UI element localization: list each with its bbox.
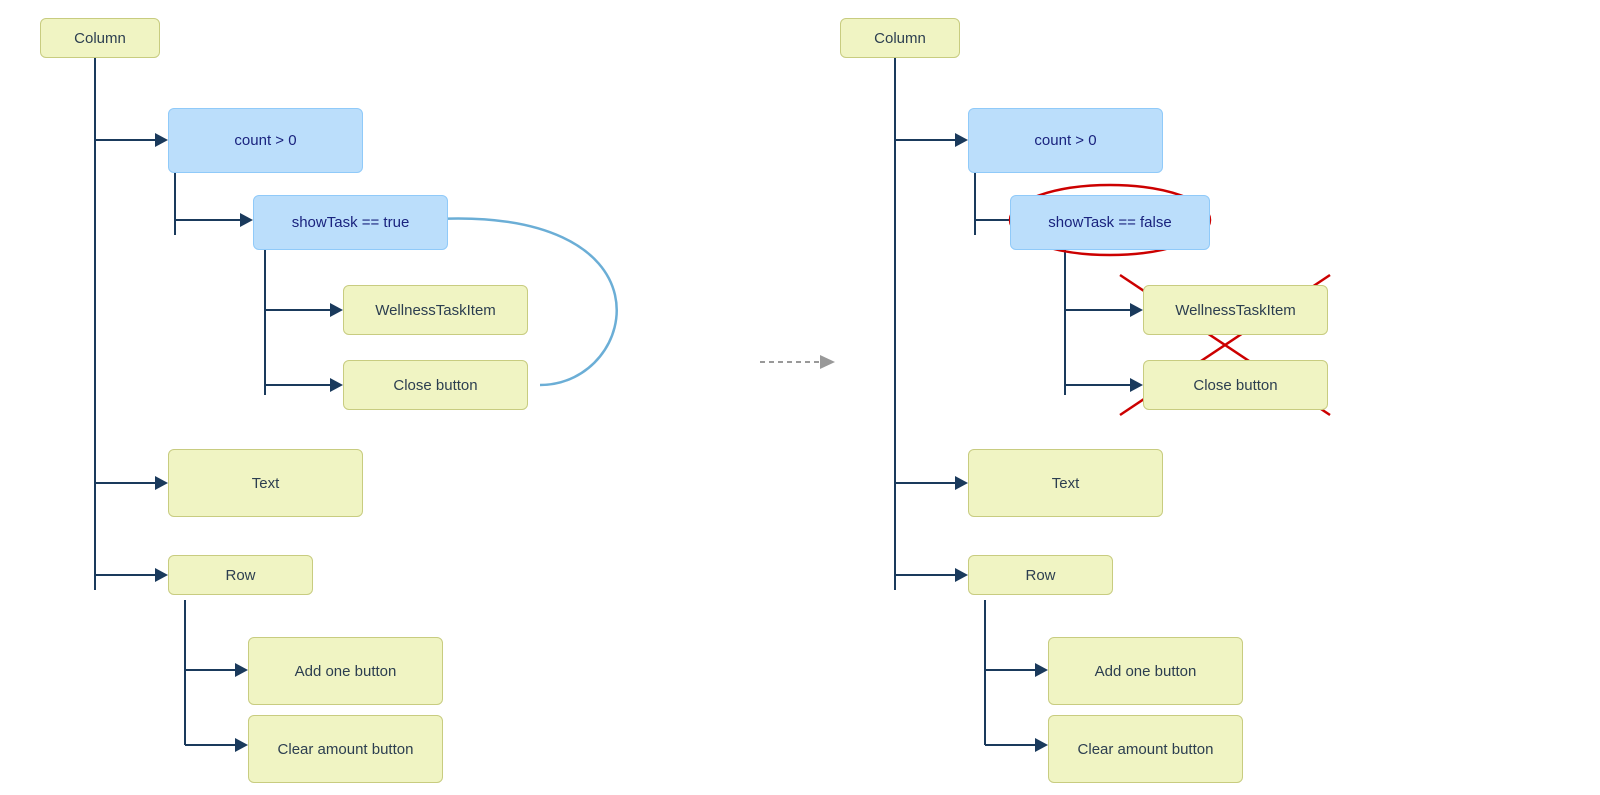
right-clear-node: Clear amount button [1048, 715, 1243, 783]
left-panel: Column count > 0 showTask == true Wellne… [0, 0, 800, 795]
left-add-one-node: Add one button [248, 637, 443, 705]
right-close-node: Close button [1143, 360, 1328, 410]
diagram-container: Column count > 0 showTask == true Wellne… [0, 0, 1600, 795]
right-count-node: count > 0 [968, 108, 1163, 173]
right-wellness-node: WellnessTaskItem [1143, 285, 1328, 335]
right-showtask-node: showTask == false [1010, 195, 1210, 250]
left-count-node: count > 0 [168, 108, 363, 173]
right-add-one-node: Add one button [1048, 637, 1243, 705]
left-text-node: Text [168, 449, 363, 517]
left-clear-node: Clear amount button [248, 715, 443, 783]
right-row-node: Row [968, 555, 1113, 595]
left-close-node: Close button [343, 360, 528, 410]
right-text-node: Text [968, 449, 1163, 517]
right-column-node: Column [840, 18, 960, 58]
left-showtask-node: showTask == true [253, 195, 448, 250]
left-column-node: Column [40, 18, 160, 58]
right-panel: Column count > 0 showTask == false Welln… [800, 0, 1600, 795]
left-wellness-node: WellnessTaskItem [343, 285, 528, 335]
left-row-node: Row [168, 555, 313, 595]
dot-arrow-connector [760, 350, 840, 374]
